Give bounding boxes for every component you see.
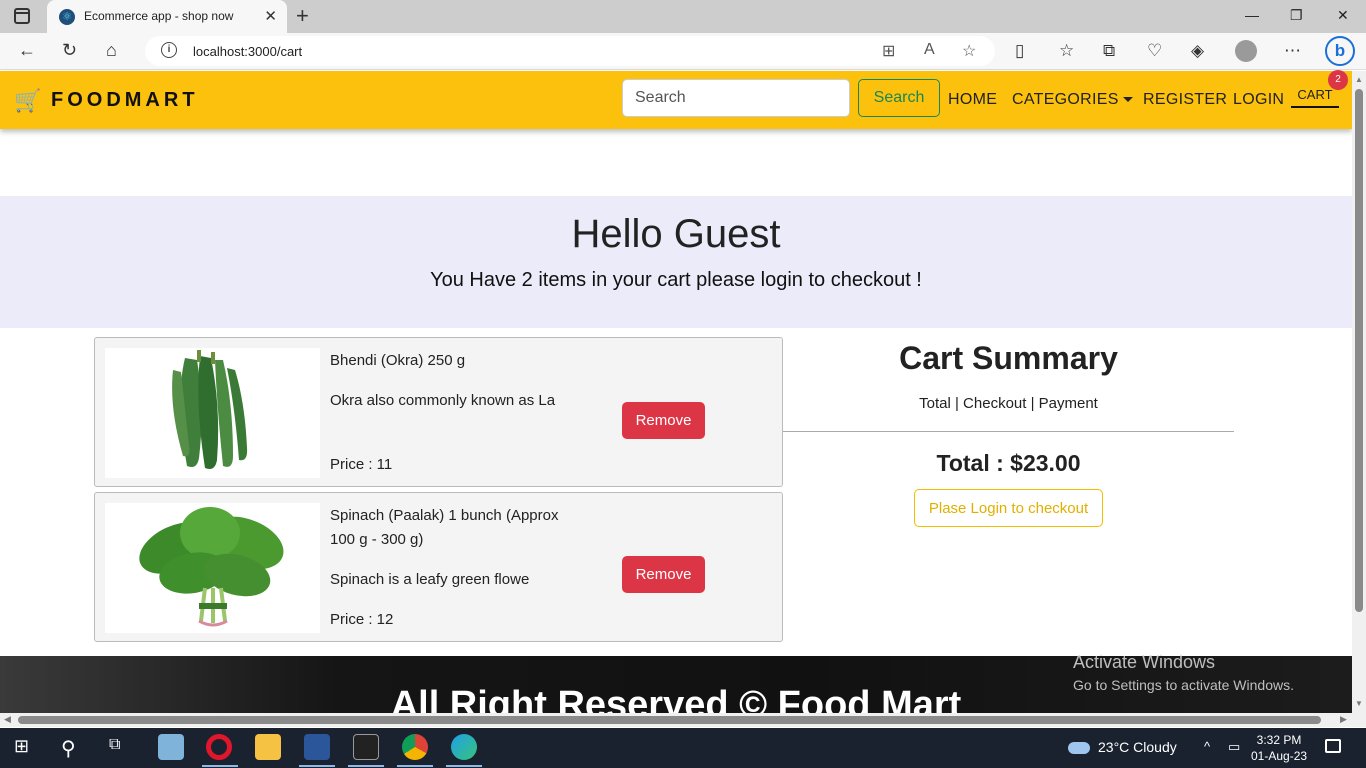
cart-summary-title: Cart Summary: [899, 340, 1118, 376]
shopping-cart-logo-icon[interactable]: 🛒: [14, 88, 41, 114]
login-to-checkout-button[interactable]: Plase Login to checkout: [914, 489, 1103, 527]
nav-register[interactable]: REGISTER: [1143, 91, 1227, 109]
notifications-icon[interactable]: [1325, 739, 1341, 753]
remove-item-button[interactable]: Remove: [622, 402, 705, 439]
scroll-up-icon[interactable]: ▲: [1355, 75, 1363, 84]
cart-status-text: You Have 2 items in your cart please log…: [430, 269, 922, 291]
edge-app-icon[interactable]: [451, 734, 477, 760]
favorite-star-icon[interactable]: ☆: [962, 41, 976, 61]
back-icon[interactable]: ←: [18, 40, 36, 61]
notepad-app-icon[interactable]: [158, 734, 184, 760]
chrome-active-indicator: [397, 765, 433, 767]
windows-start-icon[interactable]: ⊞: [14, 736, 29, 757]
cart-summary-subtitle: Total | Checkout | Payment: [919, 395, 1098, 412]
profile-avatar-icon[interactable]: [1235, 40, 1257, 62]
edge-active-indicator: [446, 765, 482, 767]
nav-home[interactable]: HOME: [948, 91, 997, 109]
vertical-scroll-thumb[interactable]: [1355, 89, 1363, 612]
app-available-icon[interactable]: ⊞: [882, 41, 895, 61]
cart-total: Total : $23.00: [936, 450, 1081, 476]
word-active-indicator: [299, 765, 335, 767]
horizontal-scrollbar[interactable]: ◀ ▶: [0, 713, 1366, 727]
activate-windows-watermark: Activate Windows Go to Settings to activ…: [1073, 652, 1294, 693]
weather-widget[interactable]: 23°C Cloudy: [1068, 739, 1177, 755]
watermark-subtitle: Go to Settings to activate Windows.: [1073, 677, 1294, 693]
windows-taskbar: ⊞ ⚲ ⧉ 23°C Cloudy ^ ▭ 3:32 PM 01-Aug-23: [0, 728, 1366, 768]
tab-close-icon[interactable]: ✕: [264, 7, 277, 25]
cloud-icon: [1068, 742, 1090, 755]
search-button[interactable]: Search: [858, 79, 940, 117]
opera-app-icon[interactable]: [206, 734, 232, 760]
nav-cart[interactable]: CART: [1291, 87, 1339, 108]
weather-text: 23°C Cloudy: [1098, 739, 1177, 755]
vertical-scrollbar[interactable]: ▲ ▼: [1352, 71, 1366, 713]
favorites-icon[interactable]: ☆: [1059, 41, 1074, 61]
spinach-leaves: [139, 507, 284, 627]
brand-logo[interactable]: FOODMART: [51, 89, 199, 112]
item-description: Spinach is a leafy green flowe: [330, 571, 530, 588]
tab-title: Ecommerce app - shop now: [84, 9, 234, 23]
word-app-icon[interactable]: [304, 734, 330, 760]
okra-product-image: [105, 348, 320, 478]
browser-tab-strip: ⚛ Ecommerce app - shop now ✕ + — ❐ ✕: [0, 0, 1366, 33]
edge-bar-icon[interactable]: ◈: [1191, 41, 1204, 61]
opera-active-indicator: [202, 765, 238, 767]
cart-count-badge: 2: [1328, 70, 1348, 90]
home-icon[interactable]: ⌂: [106, 40, 117, 61]
scroll-right-icon[interactable]: ▶: [1340, 714, 1347, 725]
browser-address-bar: ← ↻ ⌂ i localhost:3000/cart ⊞ A ☆ ▯ ☆ ⧉ …: [0, 33, 1366, 70]
bing-chat-icon[interactable]: b: [1325, 36, 1355, 66]
browser-tab[interactable]: ⚛ Ecommerce app - shop now ✕: [47, 0, 287, 33]
item-description: Okra also commonly known as La: [330, 392, 556, 409]
url-field[interactable]: i localhost:3000/cart ⊞ A ☆: [145, 36, 995, 66]
more-options-icon[interactable]: ⋯: [1284, 41, 1301, 61]
item-name: Spinach (Paalak) 1 bunch (Approx 100 g -…: [330, 507, 559, 548]
horizontal-scroll-thumb[interactable]: [18, 716, 1321, 724]
okra-pods: [172, 350, 248, 469]
page-title: Hello Guest: [571, 212, 781, 256]
window-close-icon[interactable]: ✕: [1337, 7, 1349, 24]
search-taskbar-icon[interactable]: ⚲: [61, 736, 76, 761]
site-header: 🛒 FOODMART Search HOME CATEGORIES REGIST…: [0, 71, 1352, 129]
nav-login[interactable]: LOGIN: [1233, 91, 1284, 109]
caret-down-icon: [1122, 97, 1133, 103]
summary-divider: [783, 431, 1234, 432]
url-text: localhost:3000/cart: [193, 44, 303, 59]
clock-date: 01-Aug-23: [1251, 749, 1308, 763]
split-screen-icon[interactable]: ▯: [1015, 41, 1024, 61]
item-name: Bhendi (Okra) 250 g: [330, 352, 466, 369]
terminal-app-icon[interactable]: [353, 734, 379, 760]
nav-categories[interactable]: CATEGORIES: [1012, 91, 1133, 109]
restore-icon[interactable]: ❐: [1290, 7, 1303, 24]
new-tab-icon[interactable]: +: [296, 3, 309, 29]
cart-item-card: Spinach (Paalak) 1 bunch (Approx 100 g -…: [94, 492, 783, 642]
clock-time: 3:32 PM: [1256, 733, 1302, 747]
search-input[interactable]: [622, 79, 850, 117]
read-aloud-icon[interactable]: A: [924, 41, 935, 59]
tray-chevron-icon[interactable]: ^: [1204, 739, 1210, 754]
refresh-icon[interactable]: ↻: [62, 40, 77, 61]
scroll-left-icon[interactable]: ◀: [4, 714, 11, 725]
item-price: Price : 11: [330, 456, 393, 473]
browser-essentials-icon[interactable]: ♡: [1147, 41, 1162, 61]
minimize-icon[interactable]: —: [1245, 7, 1259, 23]
cart-item-card: Bhendi (Okra) 250 g Okra also commonly k…: [94, 337, 783, 487]
site-info-icon[interactable]: i: [161, 42, 177, 58]
spinach-product-image: [105, 503, 320, 633]
remove-item-button[interactable]: Remove: [622, 556, 705, 593]
file-explorer-app-icon[interactable]: [255, 734, 281, 760]
watermark-title: Activate Windows: [1073, 652, 1216, 672]
greeting-banner: Hello Guest You Have 2 items in your car…: [0, 196, 1352, 328]
terminal-active-indicator: [348, 765, 384, 767]
network-icon[interactable]: ▭: [1228, 739, 1240, 755]
chrome-app-icon[interactable]: [402, 734, 428, 760]
collections-icon[interactable]: ⧉: [1103, 41, 1115, 61]
react-favicon-icon: ⚛: [59, 9, 75, 25]
system-clock[interactable]: 3:32 PM 01-Aug-23: [1251, 732, 1307, 764]
tab-actions-icon[interactable]: [14, 8, 30, 24]
item-price: Price : 12: [330, 611, 394, 628]
task-view-icon[interactable]: ⧉: [109, 736, 120, 754]
scroll-down-icon[interactable]: ▼: [1355, 699, 1363, 708]
nav-categories-label: CATEGORIES: [1012, 91, 1119, 108]
